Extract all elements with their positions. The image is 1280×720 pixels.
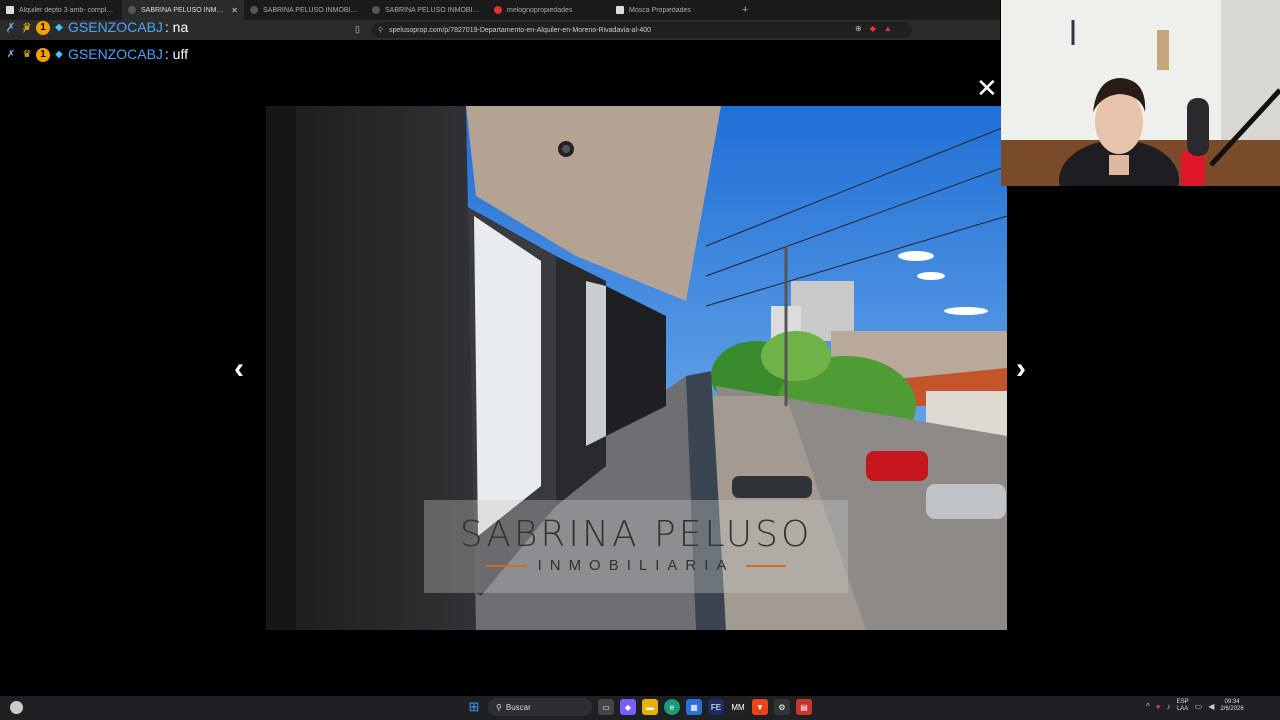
- address-bar-actions: ⊕ ◆ ▲: [855, 24, 892, 33]
- streamer-webcam-image: [1001, 0, 1280, 186]
- antivirus-icon[interactable]: ●: [1156, 702, 1161, 711]
- stream-chat-overlay: ✗ ♛ 1 ◆ GSENZOCABJ: na ✗ ♛ 1 ◆ GSENZOCAB…: [4, 14, 188, 68]
- chat-username: GSENZOCABJ: [68, 19, 163, 35]
- previous-photo-arrow-icon[interactable]: ‹: [234, 354, 244, 384]
- brave-shield-icon[interactable]: ◆: [870, 24, 876, 33]
- page-favicon-icon: [372, 6, 380, 14]
- url-field[interactable]: ⚲ spelusoprop.com/p/7827019-Departamento…: [372, 22, 912, 38]
- network-icon[interactable]: ▭: [1195, 702, 1203, 711]
- keyboard-layout: LAA: [1176, 706, 1189, 712]
- edge-icon[interactable]: e: [664, 699, 680, 715]
- taskbar-apps: ⊞ ⚲ Buscar ▭ ◆ ▬ e ▦ FE MM ▼ ⚙ ▤: [466, 698, 812, 716]
- taskbar-search[interactable]: ⚲ Buscar: [488, 698, 592, 716]
- clock[interactable]: 09:34 2/6/2026: [1220, 699, 1243, 713]
- copilot-icon[interactable]: ◆: [620, 699, 636, 715]
- system-tray: ^ ● ♪ ESP LAA ▭ ◀ 09:34 2/6/2026: [1146, 699, 1244, 713]
- new-tab-button[interactable]: +: [732, 4, 758, 16]
- site-info-icon[interactable]: ⚲: [378, 26, 383, 34]
- page-favicon-icon: [494, 6, 502, 14]
- chat-message: ✗ ♛ 1 ◆ GSENZOCABJ: na: [4, 14, 188, 41]
- close-lightbox-icon[interactable]: ✕: [976, 75, 998, 101]
- search-icon: ⚲: [496, 702, 502, 712]
- page-favicon-icon: [250, 6, 258, 14]
- rewards-icon[interactable]: ▲: [884, 24, 892, 33]
- next-photo-arrow-icon[interactable]: ›: [1016, 354, 1026, 384]
- chat-text: : na: [164, 19, 189, 35]
- crown-badge-icon: ♛: [22, 48, 32, 60]
- page-favicon-icon: [616, 6, 624, 14]
- chat-message: ✗ ♛ 1 ◆ GSENZOCABJ: uff: [4, 41, 188, 68]
- url-text: spelusoprop.com/p/7827019-Departamento-e…: [389, 26, 652, 34]
- sword-badge-icon: ✗: [6, 21, 16, 33]
- watermark-left-rule: [485, 564, 526, 567]
- weather-widget-icon[interactable]: [10, 701, 23, 714]
- bookmark-icon[interactable]: ▯: [355, 24, 360, 35]
- input-language[interactable]: ESP LAA: [1177, 699, 1189, 713]
- watermark-title: SABRINA PELUSO: [459, 514, 813, 555]
- number-one-badge-icon: 1: [36, 47, 50, 62]
- chat-username: GSENZOCABJ: [68, 46, 163, 62]
- calendar-app-icon[interactable]: ▤: [796, 699, 812, 715]
- sword-badge-icon: ✗: [6, 48, 16, 60]
- close-tab-icon[interactable]: ✕: [231, 6, 238, 15]
- settings-gear-icon[interactable]: ⚙: [774, 699, 790, 715]
- windows-start-icon[interactable]: ⊞: [466, 699, 482, 715]
- file-explorer-icon[interactable]: ▬: [642, 699, 658, 715]
- webcam-overlay: [1001, 0, 1280, 186]
- language-code: ESP: [1176, 699, 1189, 705]
- number-one-badge-icon: 1: [36, 20, 50, 35]
- brave-icon[interactable]: ▼: [752, 699, 768, 715]
- crown-badge-icon: ♛: [22, 21, 32, 33]
- microphone-icon[interactable]: ♪: [1167, 702, 1171, 711]
- clock-date: 2/6/2026: [1220, 706, 1244, 712]
- zoom-icon[interactable]: ⊕: [855, 24, 862, 33]
- tab-5[interactable]: Mosca Propiedades: [610, 0, 732, 20]
- volume-icon[interactable]: ◀: [1208, 702, 1214, 711]
- app-mm-icon[interactable]: MM: [730, 699, 746, 715]
- chat-text: : uff: [164, 46, 188, 62]
- windows-taskbar: ⊞ ⚲ Buscar ▭ ◆ ▬ e ▦ FE MM ▼ ⚙ ▤ ^ ● ♪ E…: [0, 696, 1280, 720]
- page-favicon-icon: [6, 6, 14, 14]
- cube-badge-icon: ◆: [55, 48, 63, 60]
- page-favicon-icon: [128, 6, 136, 14]
- search-placeholder: Buscar: [505, 702, 531, 712]
- watermark-subtitle: INMOBILIARIA: [537, 557, 735, 574]
- watermark-subtitle-row: INMOBILIARIA: [424, 557, 848, 574]
- task-view-icon[interactable]: ▭: [598, 699, 614, 715]
- cube-badge-icon: ◆: [55, 21, 63, 33]
- chevron-up-icon[interactable]: ^: [1146, 702, 1150, 711]
- tab-3[interactable]: SABRINA PELUSO INMOBILIARIA - D: [366, 0, 488, 20]
- watermark-right-rule: [746, 564, 787, 567]
- store-icon[interactable]: ▦: [686, 699, 702, 715]
- clock-time: 09:34: [1224, 699, 1240, 705]
- tab-2[interactable]: SABRINA PELUSO INMOBILIARIA - D: [244, 0, 366, 20]
- agency-watermark: SABRINA PELUSO INMOBILIARIA: [424, 500, 848, 593]
- app-fe-icon[interactable]: FE: [708, 699, 724, 715]
- tab-4[interactable]: melognopropiedades: [488, 0, 610, 20]
